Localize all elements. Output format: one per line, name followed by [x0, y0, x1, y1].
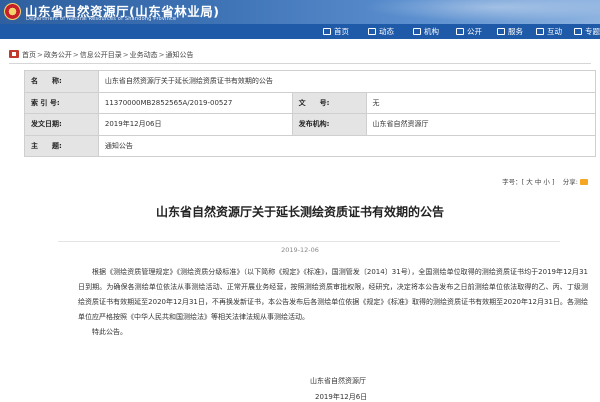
home-icon[interactable]: [9, 50, 19, 58]
nav-item-topic[interactable]: 专题: [574, 24, 600, 39]
topic-value: 通知公告: [97, 134, 597, 157]
table-row: 名 称: 山东省自然资源厅关于延长测绘资质证书有效期的公告: [24, 70, 597, 93]
article-body: 根据《测绘资质管理规定》《测绘资质分级标准》（以下简称《规定》《标准》，国测管发…: [78, 265, 588, 340]
home-icon: [323, 28, 331, 35]
main-nav: 首页 动态 机构 公开 服务 互动 专题: [0, 24, 600, 39]
disclosure-icon: [456, 28, 464, 35]
font-size-suffix: ]: [551, 178, 555, 186]
nav-item-news[interactable]: 动态: [368, 24, 394, 39]
breadcrumb-separator: >: [37, 51, 43, 59]
breadcrumb-business-news[interactable]: 业务动态: [130, 51, 158, 59]
news-icon: [368, 28, 376, 35]
share-icon[interactable]: [580, 179, 588, 185]
nav-item-home[interactable]: 首页: [323, 24, 349, 39]
share-label: 分享:: [562, 178, 578, 186]
interaction-icon: [536, 28, 544, 35]
nav-item-disclosure[interactable]: 公开: [456, 24, 482, 39]
divider: [9, 63, 591, 64]
breadcrumb-separator: >: [72, 51, 79, 59]
index-value: 11370000MB2852565A/2019-00527: [97, 91, 293, 114]
index-label: 索 引 号:: [24, 91, 99, 114]
table-row: 主 题: 通知公告: [24, 134, 597, 157]
table-row: 索 引 号: 11370000MB2852565A/2019-00527 文 号…: [24, 91, 597, 114]
font-large-button[interactable]: 大: [526, 178, 533, 186]
topic-label: 主 题:: [24, 134, 99, 157]
paragraph: 根据《测绘资质管理规定》《测绘资质分级标准》（以下简称《规定》《标准》，国测管发…: [78, 268, 588, 321]
docno-label: 文 号:: [291, 91, 367, 114]
document-info-table: 名 称: 山东省自然资源厅关于延长测绘资质证书有效期的公告 索 引 号: 113…: [24, 70, 597, 157]
emblem-icon: [4, 3, 21, 20]
nav-item-interaction[interactable]: 互动: [536, 24, 562, 39]
site-subtitle: Department of Natural Resources of Shand…: [26, 16, 177, 22]
paragraph: 特此公告。: [92, 328, 127, 336]
breadcrumb-notices[interactable]: 通知公告: [166, 51, 194, 59]
divider: [58, 241, 560, 242]
article-tools: 字号：[ 大 中 小 ] 分享:: [502, 176, 588, 186]
article-title: 山东省自然资源厅关于延长测绘资质证书有效期的公告: [155, 205, 444, 219]
article-date: 2019-12-06: [281, 246, 319, 254]
org-label: 发布机构:: [291, 113, 367, 136]
organization-icon: [413, 28, 421, 35]
breadcrumb-separator: >: [122, 51, 129, 59]
name-value: 山东省自然资源厅关于延长测绘资质证书有效期的公告: [97, 70, 597, 93]
org-value: 山东省自然资源厅: [365, 113, 597, 136]
name-label: 名 称:: [24, 70, 99, 93]
signature-date: 2019年12月6日: [315, 393, 368, 401]
date-value: 2019年12月06日: [97, 113, 293, 136]
docno-value: 无: [365, 91, 597, 114]
font-small-button[interactable]: 小: [543, 178, 550, 186]
font-size-prefix: 字号：[: [502, 178, 525, 186]
breadcrumb-home[interactable]: 首页: [22, 51, 36, 59]
service-icon: [497, 28, 505, 35]
site-banner: 山东省自然资源厅(山东省林业局) Department of Natural R…: [0, 0, 600, 24]
nav-item-organization[interactable]: 机构: [413, 24, 439, 39]
table-row: 发文日期: 2019年12月06日 发布机构: 山东省自然资源厅: [24, 113, 597, 136]
breadcrumb-separator: >: [158, 51, 165, 59]
nav-item-service[interactable]: 服务: [497, 24, 523, 39]
breadcrumb-disclosure[interactable]: 政务公开: [44, 51, 72, 59]
date-label: 发文日期:: [24, 113, 99, 136]
topic-icon: [574, 28, 582, 35]
banner-decoration: [340, 0, 600, 24]
breadcrumb-catalog[interactable]: 信息公开目录: [80, 51, 122, 59]
font-medium-button[interactable]: 中: [535, 178, 542, 186]
breadcrumb: 首页>政务公开>信息公开目录>业务动态>通知公告: [9, 49, 194, 61]
signature-organization: 山东省自然资源厅: [310, 377, 366, 385]
